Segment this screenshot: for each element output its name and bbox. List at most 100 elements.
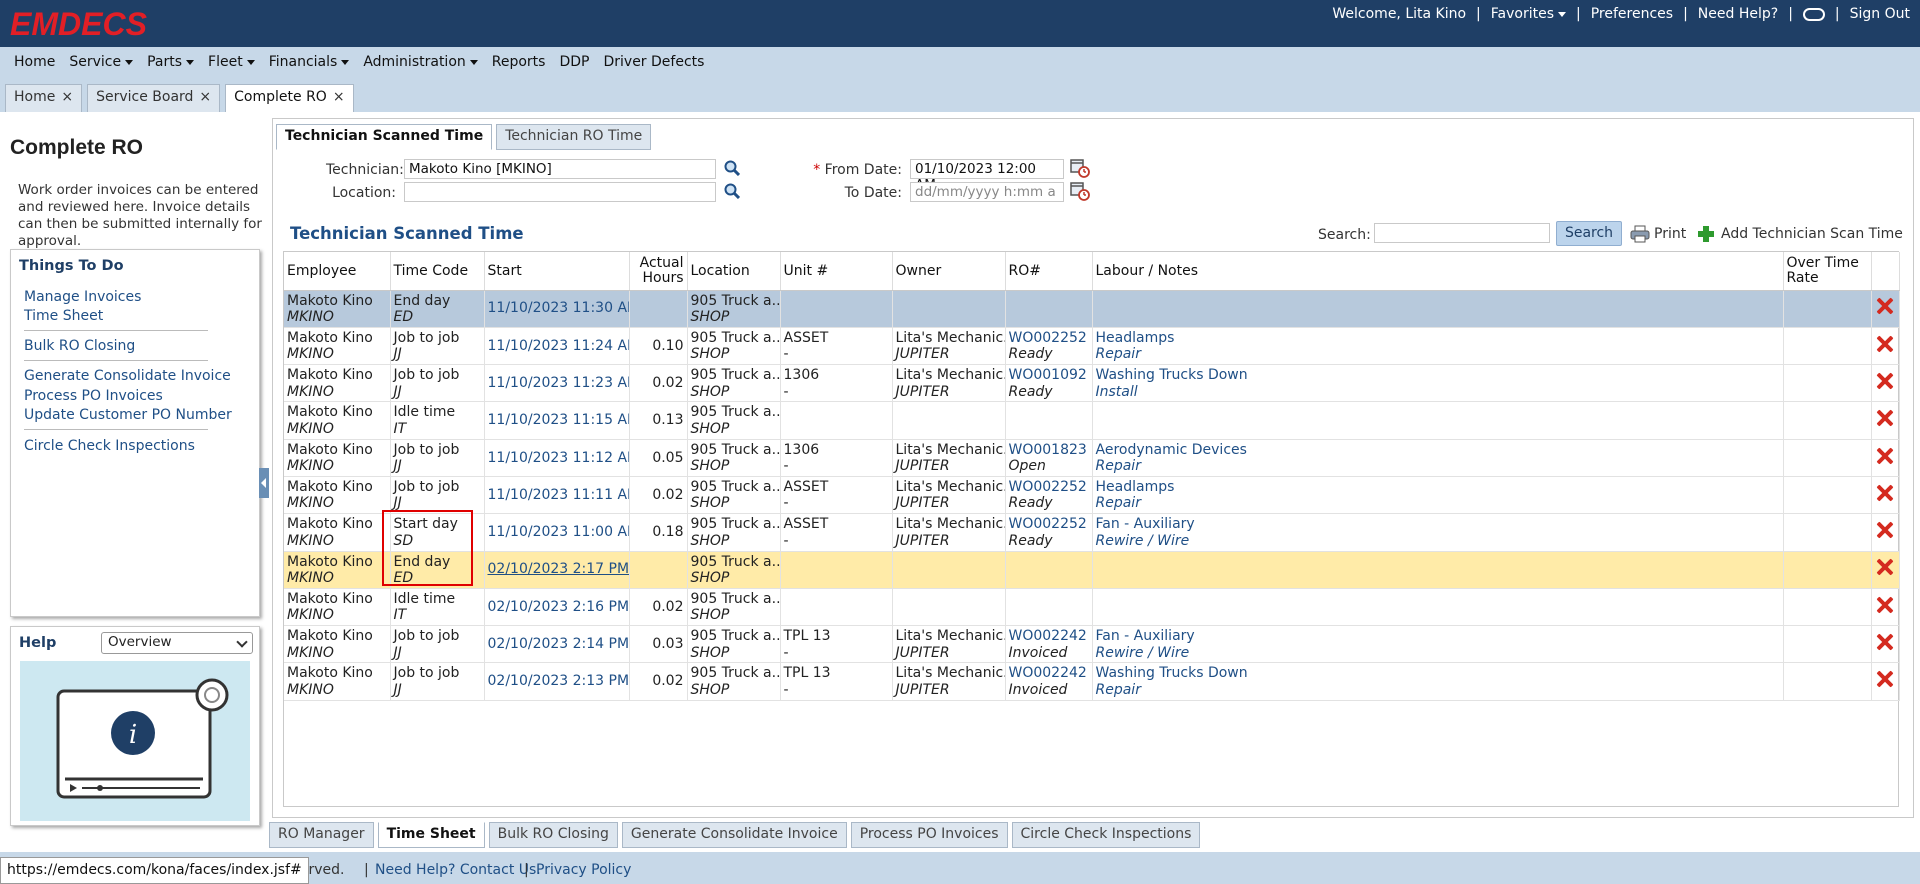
todo-bulk-ro-closing[interactable]: Bulk RO Closing [24,338,135,354]
delete-icon[interactable] [1876,484,1894,502]
ro-link[interactable]: WO002242 [1009,628,1089,645]
table-row[interactable]: Makoto Kino MKINO End day ED 11/10/2023 11:3… [284,290,1900,328]
cell-start[interactable]: 11/10/2023 11:23 AM [484,364,630,403]
bottom-tab-circle-check-inspections[interactable]: Circle Check Inspections [1011,822,1201,848]
col-unit[interactable]: Unit # [780,252,893,291]
cell-start[interactable]: 02/10/2023 2:17 PM [484,551,630,589]
start-time-link[interactable]: 02/10/2023 2:16 PM [488,599,629,615]
search-icon[interactable] [724,183,740,199]
menu-reports[interactable]: Reports [492,54,546,70]
calendar-clock-icon[interactable] [1070,181,1090,201]
table-row[interactable]: Makoto Kino MKINO Idle time IT 02/10/2023 2:… [284,588,1900,627]
close-icon[interactable]: × [61,89,73,105]
help-topic-select[interactable]: Overview [101,632,253,654]
cell-start[interactable]: 11/10/2023 11:15 AM [484,401,630,440]
bottom-tab-process-po-invoices[interactable]: Process PO Invoices [850,822,1008,848]
col-time-code[interactable]: Time Code [390,252,485,291]
delete-icon[interactable] [1876,670,1894,688]
cell-start[interactable]: 02/10/2023 2:13 PM [484,662,630,701]
col-actual-hours[interactable]: Actual Hours [629,252,688,291]
delete-icon[interactable] [1876,372,1894,390]
tab-home[interactable]: Home × [5,84,83,112]
table-row[interactable]: Makoto Kino MKINO Job to job JJ 11/10/2023 1… [284,439,1900,477]
close-icon[interactable]: × [333,89,345,105]
table-row[interactable]: Makoto Kino MKINO Job to job JJ 11/10/2023 1… [284,364,1900,403]
delete-icon[interactable] [1876,596,1894,614]
ro-link[interactable]: WO002252 [1009,516,1089,533]
tab-complete-ro[interactable]: Complete RO × [225,84,354,112]
menu-ddp[interactable]: DDP [559,54,589,70]
bottom-tab-ro-manager[interactable]: RO Manager [269,822,374,848]
start-time-link[interactable]: 02/10/2023 2:17 PM [488,561,629,577]
tab-service-board[interactable]: Service Board × [87,84,221,112]
cell-delete[interactable] [1871,476,1900,515]
table-row[interactable]: Makoto Kino MKINO Job to job JJ 11/10/2023 1… [284,327,1900,366]
bottom-tab-bulk-ro-closing[interactable]: Bulk RO Closing [488,822,618,848]
delete-icon[interactable] [1876,633,1894,651]
todo-process-po-invoices[interactable]: Process PO Invoices [24,388,163,404]
calendar-clock-icon[interactable] [1070,158,1090,178]
labour-link[interactable]: Headlamps [1096,479,1780,496]
delete-icon[interactable] [1876,447,1894,465]
delete-icon[interactable] [1876,409,1894,427]
cell-start[interactable]: 11/10/2023 11:12 AM [484,439,630,477]
cell-start[interactable]: 11/10/2023 11:11 AM [484,476,630,515]
start-time-link[interactable]: 11/10/2023 11:23 AM [488,375,629,391]
menu-service[interactable]: Service [69,54,134,70]
ro-link[interactable]: WO002252 [1009,330,1089,347]
menu-fleet[interactable]: Fleet [208,54,255,70]
bottom-tab-time-sheet[interactable]: Time Sheet [377,822,485,848]
table-row[interactable]: Makoto Kino MKINO Job to job JJ 02/10/2023 2… [284,662,1900,701]
cell-start[interactable]: 11/10/2023 11:00 AM [484,513,630,552]
todo-generate-consolidate-invoice[interactable]: Generate Consolidate Invoice [24,368,231,384]
start-time-link[interactable]: 11/10/2023 11:15 AM [488,412,629,428]
cell-delete[interactable] [1871,290,1900,328]
cell-delete[interactable] [1871,625,1900,664]
todo-manage-invoices[interactable]: Manage Invoices [24,289,141,305]
technician-input[interactable]: Makoto Kino [MKINO] [404,159,716,179]
labour-link[interactable]: Washing Trucks Down [1096,665,1780,682]
search-input[interactable] [1374,223,1550,243]
cell-delete[interactable] [1871,439,1900,477]
start-time-link[interactable]: 02/10/2023 2:14 PM [488,636,629,652]
location-input[interactable] [404,182,716,202]
search-button[interactable]: Search [1556,221,1622,246]
delete-icon[interactable] [1876,297,1894,315]
emdecs-logo[interactable]: EMDECS [10,6,147,43]
menu-parts[interactable]: Parts [147,54,195,70]
delete-icon[interactable] [1876,335,1894,353]
favorites-menu[interactable]: Favorites [1491,6,1567,22]
cell-delete[interactable] [1871,401,1900,440]
delete-icon[interactable] [1876,521,1894,539]
todo-update-customer-po[interactable]: Update Customer PO Number [24,407,232,423]
menu-administration[interactable]: Administration [363,54,478,70]
labour-link[interactable]: Fan - Auxiliary [1096,516,1780,533]
cell-start[interactable]: 11/10/2023 11:30 AM [484,290,630,328]
from-date-input[interactable]: 01/10/2023 12:00 AM [910,159,1064,193]
tab-technician-scanned-time[interactable]: Technician Scanned Time [276,124,493,150]
col-owner[interactable]: Owner [892,252,1006,291]
delete-icon[interactable] [1876,558,1894,576]
table-row[interactable]: Makoto Kino MKINO Job to job JJ 11/10/2023 1… [284,476,1900,515]
table-row[interactable]: Makoto Kino MKINO Job to job JJ 02/10/2023 2… [284,625,1900,664]
col-over-time-rate[interactable]: Over Time Rate [1783,252,1872,291]
cell-delete[interactable] [1871,662,1900,701]
col-start[interactable]: Start [484,252,630,291]
start-time-link[interactable]: 11/10/2023 11:24 AM [488,338,629,354]
footer-privacy-link[interactable]: Privacy Policy [536,862,631,878]
cell-start[interactable]: 02/10/2023 2:16 PM [484,588,630,627]
toggle-icon[interactable] [1802,7,1825,21]
todo-time-sheet[interactable]: Time Sheet [24,308,103,324]
col-employee[interactable]: Employee [284,252,391,291]
cell-delete[interactable] [1871,551,1900,589]
labour-link[interactable]: Washing Trucks Down [1096,367,1780,384]
collapse-left-panel-handle[interactable] [259,468,269,498]
menu-home[interactable]: Home [14,54,55,70]
help-video-illustration[interactable]: i [20,661,250,821]
ro-link[interactable]: WO002252 [1009,479,1089,496]
ro-link[interactable]: WO001092 [1009,367,1089,384]
ro-link[interactable]: WO002242 [1009,665,1089,682]
start-time-link[interactable]: 02/10/2023 2:13 PM [488,673,629,689]
cell-start[interactable]: 11/10/2023 11:24 AM [484,327,630,366]
cell-delete[interactable] [1871,588,1900,627]
